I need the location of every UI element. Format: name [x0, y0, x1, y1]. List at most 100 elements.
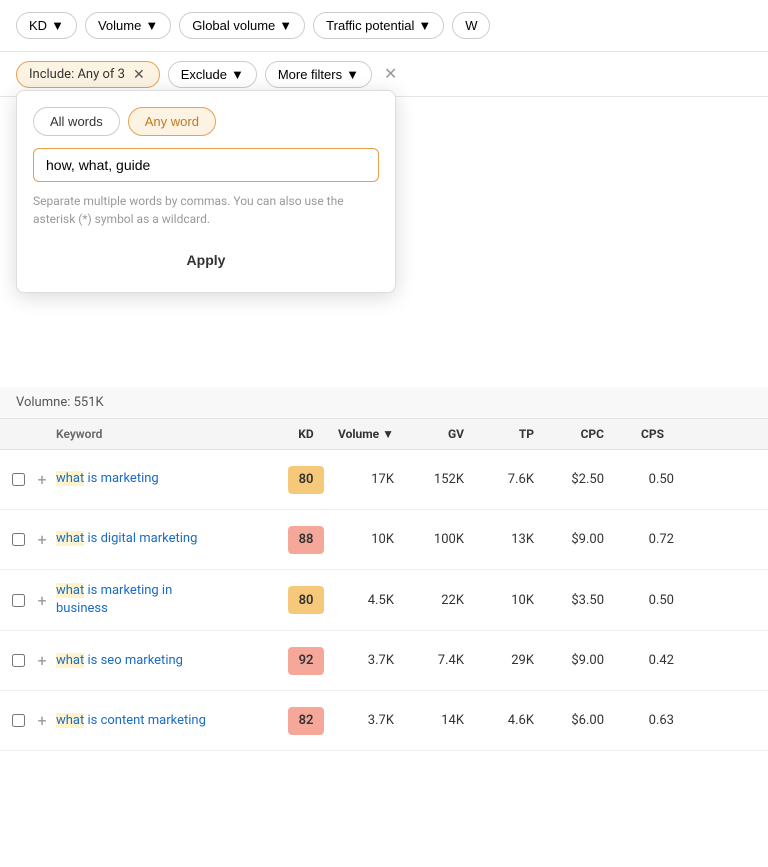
tp-col-header: TP [472, 427, 542, 441]
gv-cell: 152K [402, 472, 472, 487]
clear-all-button[interactable]: ✕ [380, 60, 401, 88]
traffic-potential-label: Traffic potential [326, 18, 414, 33]
tp-cell: 29K [472, 653, 542, 668]
info-bar-text: Volumne: 551K [16, 395, 104, 410]
row-checkbox-input[interactable] [12, 594, 25, 607]
cps-cell: 0.50 [612, 472, 682, 487]
all-words-tab[interactable]: All words [33, 107, 120, 136]
popup-tab-group: All words Any word [33, 107, 379, 136]
row-add-button[interactable]: + [28, 470, 56, 489]
row-checkbox[interactable] [0, 714, 28, 727]
gv-cell: 7.4K [402, 653, 472, 668]
row-checkbox-input[interactable] [12, 473, 25, 486]
kd-value: 80 [288, 466, 324, 494]
filter-keywords-input[interactable] [33, 148, 379, 182]
global-volume-filter-pill[interactable]: Global volume ▼ [179, 12, 305, 39]
cps-cell: 0.42 [612, 653, 682, 668]
kd-value: 88 [288, 526, 324, 554]
cps-cell: 0.50 [612, 593, 682, 608]
row-checkbox[interactable] [0, 473, 28, 486]
cpc-cell: $9.00 [542, 532, 612, 547]
cpc-cell: $2.50 [542, 472, 612, 487]
cpc-cell: $3.50 [542, 593, 612, 608]
table-row: +what is marketing inbusiness 80 4.5K22K10… [0, 570, 768, 631]
exclude-label: Exclude [181, 67, 227, 82]
row-checkbox[interactable] [0, 594, 28, 607]
row-add-button[interactable]: + [28, 651, 56, 670]
any-word-tab[interactable]: Any word [128, 107, 216, 136]
row-checkbox-input[interactable] [12, 533, 25, 546]
table-row: +what is content marketing 82 3.7K14K4.6K$… [0, 691, 768, 751]
cps-cell: 0.63 [612, 713, 682, 728]
global-volume-label: Global volume [192, 18, 275, 33]
more-filters-chevron-icon: ▼ [346, 67, 359, 82]
cpc-col-header: CPC [542, 427, 612, 441]
kd-value: 80 [288, 586, 324, 614]
gv-cell: 100K [402, 532, 472, 547]
row-checkbox[interactable] [0, 654, 28, 667]
volume-label: Volume [98, 18, 141, 33]
kd-badge: 80 [280, 466, 332, 494]
row-add-button[interactable]: + [28, 711, 56, 730]
cpc-cell: $9.00 [542, 653, 612, 668]
kd-badge: 80 [280, 586, 332, 614]
tp-cell: 13K [472, 532, 542, 547]
cps-col-header: CPS [612, 427, 672, 441]
kd-value: 82 [288, 707, 324, 735]
gv-cell: 14K [402, 713, 472, 728]
w-label: W [465, 18, 477, 33]
tp-cell: 7.6K [472, 472, 542, 487]
volume-chevron-icon: ▼ [145, 18, 158, 33]
cps-cell: 0.72 [612, 532, 682, 547]
more-filters-pill[interactable]: More filters ▼ [265, 61, 372, 88]
kd-col-header[interactable]: KD [280, 427, 332, 441]
tp-cell: 4.6K [472, 713, 542, 728]
exclude-chevron-icon: ▼ [231, 67, 244, 82]
include-close-button[interactable]: ✕ [131, 67, 147, 81]
keyword-cell[interactable]: what is marketing [56, 470, 280, 488]
filter-bar-row1: KD ▼ Volume ▼ Global volume ▼ Traffic po… [0, 0, 768, 52]
volume-cell: 4.5K [332, 593, 402, 608]
global-volume-chevron-icon: ▼ [279, 18, 292, 33]
volume-cell: 3.7K [332, 653, 402, 668]
kd-chevron-icon: ▼ [51, 18, 64, 33]
keyword-cell[interactable]: what is digital marketing [56, 530, 280, 548]
volume-col-header[interactable]: Volume ▼ [332, 427, 402, 441]
kd-filter-pill[interactable]: KD ▼ [16, 12, 77, 39]
kd-value: 92 [288, 647, 324, 675]
keyword-cell[interactable]: what is content marketing [56, 712, 280, 730]
kd-label: KD [29, 18, 47, 33]
table-row: +what is digital marketing8810K100K13K$9… [0, 510, 768, 570]
row-add-button[interactable]: + [28, 530, 56, 549]
volume-cell: 3.7K [332, 713, 402, 728]
row-add-button[interactable]: + [28, 591, 56, 610]
apply-button[interactable]: Apply [33, 244, 379, 276]
kd-badge: 82 [280, 707, 332, 735]
more-filters-label: More filters [278, 67, 342, 82]
exclude-filter-pill[interactable]: Exclude ▼ [168, 61, 257, 88]
row-checkbox-input[interactable] [12, 714, 25, 727]
include-label: Include: Any of 3 [29, 67, 125, 82]
table-header-row: Keyword KD Volume ▼ GV TP CPC CPS [0, 419, 768, 450]
tp-cell: 10K [472, 593, 542, 608]
row-checkbox-input[interactable] [12, 654, 25, 667]
keyword-table-body: +what is marketing8017K152K7.6K$2.500.50… [0, 450, 768, 751]
table-row: +what is marketing 80 17K152K7.6K$2.500.50 [0, 450, 768, 510]
kd-badge: 92 [280, 647, 332, 675]
row-checkbox[interactable] [0, 533, 28, 546]
kd-badge: 88 [280, 526, 332, 554]
keyword-col-header: Keyword [56, 427, 280, 441]
w-filter-pill[interactable]: W [452, 12, 490, 39]
keyword-cell[interactable]: what is marketing inbusiness [56, 582, 280, 618]
keyword-cell[interactable]: what is seo marketing [56, 652, 280, 670]
info-bar: Volumne: 551K [0, 387, 768, 419]
volume-filter-pill[interactable]: Volume ▼ [85, 12, 171, 39]
traffic-potential-filter-pill[interactable]: Traffic potential ▼ [313, 12, 444, 39]
traffic-potential-chevron-icon: ▼ [418, 18, 431, 33]
table-row: +what is seo marketing 92 3.7K7.4K29K$9.00… [0, 631, 768, 691]
cpc-cell: $6.00 [542, 713, 612, 728]
volume-cell: 17K [332, 472, 402, 487]
gv-cell: 22K [402, 593, 472, 608]
popup-hint-text: Separate multiple words by commas. You c… [33, 192, 379, 228]
include-pill[interactable]: Include: Any of 3 ✕ [16, 61, 160, 88]
